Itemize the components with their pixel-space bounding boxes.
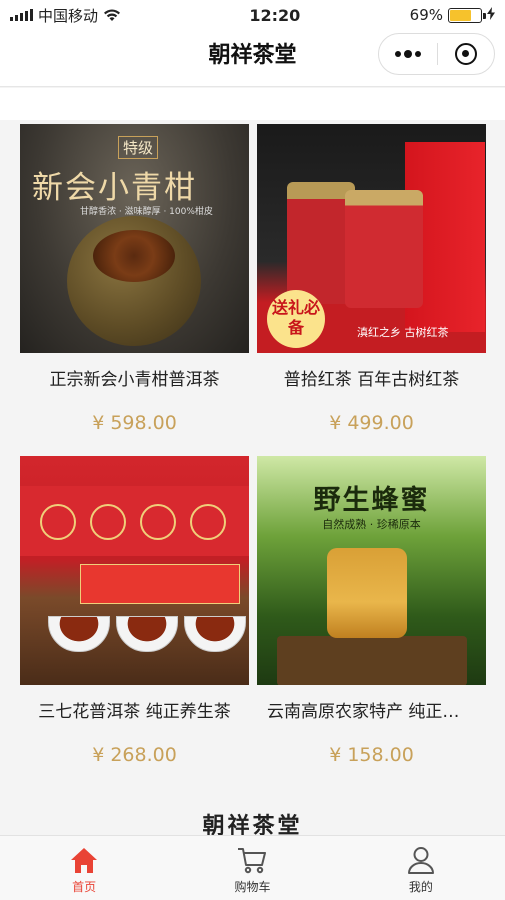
target-circle-icon[interactable] — [438, 34, 494, 74]
tea-can — [345, 190, 423, 308]
citrus-tea-ball — [67, 216, 201, 346]
carrier-label: 中国移动 — [38, 6, 99, 25]
cart-icon — [238, 848, 267, 874]
wifi-icon — [103, 8, 121, 22]
tab-label: 首页 — [72, 880, 97, 894]
main-content[interactable]: 特级 新会小青柑 甘醇香浓 · 滋味醇厚 · 100%柑皮 正宗新会小青柑普洱茶… — [0, 88, 505, 839]
home-icon — [71, 848, 98, 873]
product-name[interactable]: 云南高原农家特产 纯正野生蜂蜜 — [257, 685, 486, 740]
tab-bar: 首页 购物车 我的 — [0, 835, 505, 900]
image-headline: 野生蜂蜜 — [313, 485, 430, 516]
seal-circle — [90, 504, 126, 540]
battery-level — [450, 9, 471, 21]
status-bar: 中国移动 12:20 69% — [0, 0, 505, 30]
battery-icon — [448, 7, 486, 23]
status-right: 69% — [410, 6, 495, 24]
image-subtitle: 甘醇香浓 · 滋味醇厚 · 100%柑皮 — [80, 207, 213, 217]
nav-bar: 朝祥茶堂 — [0, 30, 505, 87]
product-price: ¥ 499.00 — [329, 412, 414, 434]
clock: 12:20 — [249, 5, 301, 25]
product-name[interactable]: 三七花普洱茶 纯正养生茶 — [20, 685, 249, 740]
product-image-xiaoqinggan[interactable]: 特级 新会小青柑 甘醇香浓 · 滋味醇厚 · 100%柑皮 — [20, 124, 249, 353]
status-left: 中国移动 — [10, 5, 200, 26]
product-price: ¥ 158.00 — [329, 744, 414, 766]
honey-jar — [327, 548, 407, 638]
tab-label: 购物车 — [234, 880, 271, 894]
product-image-sanqi-tea[interactable] — [20, 456, 249, 685]
product-image-honey[interactable]: 野生蜂蜜 自然成熟 · 珍稀原本 — [257, 456, 486, 685]
tea-cup — [48, 616, 110, 652]
seal-circle — [40, 504, 76, 540]
tab-cart[interactable]: 购物车 — [168, 836, 336, 900]
battery-percent: 69% — [409, 6, 443, 24]
image-headline: 新会小青柑 — [32, 170, 197, 206]
tab-label: 我的 — [408, 880, 433, 894]
tea-package — [80, 564, 240, 604]
product-card[interactable]: 三七花普洱茶 纯正养生茶 ¥ 268.00 — [20, 456, 249, 788]
product-price: ¥ 598.00 — [92, 412, 177, 434]
product-image-black-tea[interactable]: 送礼必备 滇红之乡 古树红茶 — [257, 124, 486, 353]
product-card[interactable]: 送礼必备 滇红之乡 古树红茶 普拾红茶 百年古树红茶 ¥ 499.00 — [257, 124, 486, 456]
gift-badge: 送礼必备 — [267, 290, 325, 348]
seal-circle — [190, 504, 226, 540]
product-card[interactable]: 野生蜂蜜 自然成熟 · 珍稀原本 云南高原农家特产 纯正野生蜂蜜 ¥ 158.0… — [257, 456, 486, 788]
image-tag: 特级 — [118, 136, 159, 159]
user-icon — [407, 847, 434, 874]
tree-stump — [277, 636, 467, 685]
product-grid: 特级 新会小青柑 甘醇香浓 · 滋味醇厚 · 100%柑皮 正宗新会小青柑普洱茶… — [20, 124, 486, 788]
product-price: ¥ 268.00 — [92, 744, 177, 766]
more-dots-icon[interactable] — [379, 34, 437, 74]
signal-icon — [10, 9, 33, 21]
seal-circle — [140, 504, 176, 540]
tab-mine[interactable]: 我的 — [337, 836, 505, 900]
product-name[interactable]: 正宗新会小青柑普洱茶 — [20, 353, 249, 408]
product-card[interactable]: 特级 新会小青柑 甘醇香浓 · 滋味醇厚 · 100%柑皮 正宗新会小青柑普洱茶… — [20, 124, 249, 456]
tea-cup — [116, 616, 178, 652]
tea-cup — [184, 616, 246, 652]
top-spacer — [0, 88, 505, 120]
tab-home[interactable]: 首页 — [0, 836, 168, 900]
product-name[interactable]: 普拾红茶 百年古树红茶 — [257, 353, 486, 408]
image-caption: 滇红之乡 古树红茶 — [357, 326, 449, 339]
mini-program-capsule — [378, 33, 495, 75]
image-subtitle: 自然成熟 · 珍稀原本 — [322, 518, 421, 531]
charging-icon — [487, 6, 495, 24]
